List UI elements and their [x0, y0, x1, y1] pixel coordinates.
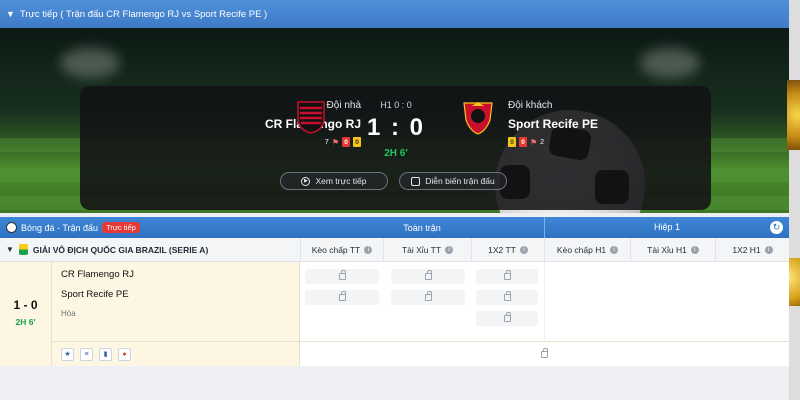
col-overunder-ft: Tài Xỉu TT i [383, 238, 471, 262]
home-team-row[interactable]: CR Flamengo RJ [61, 269, 134, 280]
full-match-header: Toàn trận [403, 222, 441, 233]
lock-icon [338, 270, 346, 280]
locked-odds-cell [391, 269, 465, 284]
lock-icon [503, 270, 511, 280]
live-score: 1 : 0 [366, 114, 426, 141]
play-icon: ▶ [301, 176, 311, 186]
info-icon: i [519, 246, 528, 254]
away-stats: 0 0 ⚑ 2 [508, 137, 598, 147]
info-icon: i [364, 246, 373, 254]
locked-odds-cell [391, 290, 465, 305]
refresh-icon[interactable]: ↻ [770, 221, 783, 234]
half-time-score: H1 0 : 0 [380, 100, 412, 110]
locked-odds-cell [476, 311, 538, 326]
locked-odds-cell [476, 290, 538, 305]
live-badge: Trực tiếp [102, 222, 140, 233]
stadium-light [640, 48, 700, 78]
section-title: Bóng đá - Trận đấu [21, 222, 99, 233]
chevron-down-icon[interactable]: ▼ [6, 245, 14, 254]
locked-odds-cell [305, 269, 379, 284]
match-info: 1 - 0 2H 6' CR Flamengo RJ Sport Recife … [0, 262, 300, 366]
score-center: H1 0 : 0 1 : 0 2H 6' [360, 100, 432, 159]
monitor-icon [411, 176, 421, 186]
side-strip [789, 0, 800, 400]
corner-flag-icon: ⚑ [530, 137, 538, 147]
match-clock: 2H 6' [384, 148, 408, 159]
league-name: GIẢI VÔ ĐỊCH QUỐC GIA BRAZIL (SERIE A) [32, 244, 209, 255]
info-icon: i [764, 246, 773, 254]
database-icon[interactable]: ≡ [80, 347, 93, 361]
match-score: 1 - 0 [13, 298, 38, 312]
stats-icon[interactable]: ▮ [99, 347, 112, 361]
chevron-down-icon[interactable]: ▼ [6, 9, 15, 19]
half-odds-area [544, 262, 789, 341]
match-score-box: 1 - 0 2H 6' [0, 262, 52, 366]
flamengo-crest-icon [297, 101, 325, 134]
info-icon: i [610, 246, 619, 254]
sport-recife-crest-icon [463, 102, 493, 135]
match-teams: CR Flamengo RJ Sport Recife PE Hòa [61, 269, 134, 327]
col-1x2-h1: 1X2 H1 i [715, 238, 789, 262]
locked-odds-cell [476, 269, 538, 284]
lock-icon [424, 270, 432, 280]
odds-header: Bóng đá - Trận đấu Trực tiếp Toàn trận H… [0, 217, 789, 238]
scoreboard: Đội nhà CR Flamengo RJ 7 ⚑ 0 0 H1 0 : 0 … [80, 86, 711, 210]
lock-icon [503, 312, 511, 322]
col-handicap-ft: Kèo chấp TT i [300, 238, 383, 262]
home-stats: 7 ⚑ 0 0 [265, 137, 361, 147]
match-row: 1 - 0 2H 6' CR Flamengo RJ Sport Recife … [0, 262, 789, 366]
watch-live-button[interactable]: ▶ Xem trực tiếp [280, 172, 388, 190]
fire-icon[interactable]: ● [118, 347, 131, 361]
live-header-title: Trực tiếp ( Trận đấu CR Flamengo RJ vs S… [19, 8, 268, 20]
star-icon[interactable]: ★ [61, 347, 74, 361]
away-team: Đội khách Sport Recife PE 0 0 ⚑ 2 [508, 100, 598, 147]
col-handicap-h1: Kèo chấp H1 i [544, 238, 630, 262]
away-yellow-card: 0 [508, 137, 516, 147]
soccer-ball-icon [6, 222, 17, 233]
away-team-row[interactable]: Sport Recife PE [61, 289, 134, 300]
info-icon: i [690, 246, 699, 254]
lock-icon [503, 291, 511, 301]
col-1x2-ft: 1X2 TT i [471, 238, 544, 262]
lock-icon [424, 291, 432, 301]
info-icon: i [445, 246, 454, 254]
draw-row[interactable]: Hòa [61, 309, 134, 318]
away-corners: 2 [540, 138, 545, 146]
locked-odds-cell [305, 290, 379, 305]
match-events-label: Diễn biến trận đấu [425, 176, 495, 186]
away-team-name: Sport Recife PE [508, 117, 599, 131]
away-label: Đội khách [508, 100, 553, 111]
locked-more-odds [300, 341, 789, 366]
lock-icon [541, 347, 548, 358]
promo-banner[interactable] [787, 80, 800, 150]
match-actions: ★ ≡ ▮ ● [52, 341, 300, 366]
home-corners: 7 [324, 138, 329, 146]
half-header: Hiệp 1 [544, 217, 789, 238]
match-hero: Đội nhà CR Flamengo RJ 7 ⚑ 0 0 H1 0 : 0 … [0, 28, 789, 213]
brazil-league-icon [18, 244, 28, 255]
live-header[interactable]: ▼ Trực tiếp ( Trận đấu CR Flamengo RJ vs… [0, 0, 789, 28]
stadium-light [60, 48, 120, 78]
match-time: 2H 6' [15, 317, 36, 327]
league-row[interactable]: ▼ GIẢI VÔ ĐỊCH QUỐC GIA BRAZIL (SERIE A)… [0, 238, 789, 262]
col-overunder-h1: Tài Xỉu H1 i [630, 238, 715, 262]
away-red-card: 0 [519, 137, 527, 147]
corner-flag-icon: ⚑ [331, 137, 339, 147]
watch-live-label: Xem trực tiếp [315, 176, 367, 186]
home-red-card: 0 [342, 137, 350, 147]
lock-icon [338, 291, 346, 301]
match-events-button[interactable]: Diễn biến trận đấu [399, 172, 507, 190]
